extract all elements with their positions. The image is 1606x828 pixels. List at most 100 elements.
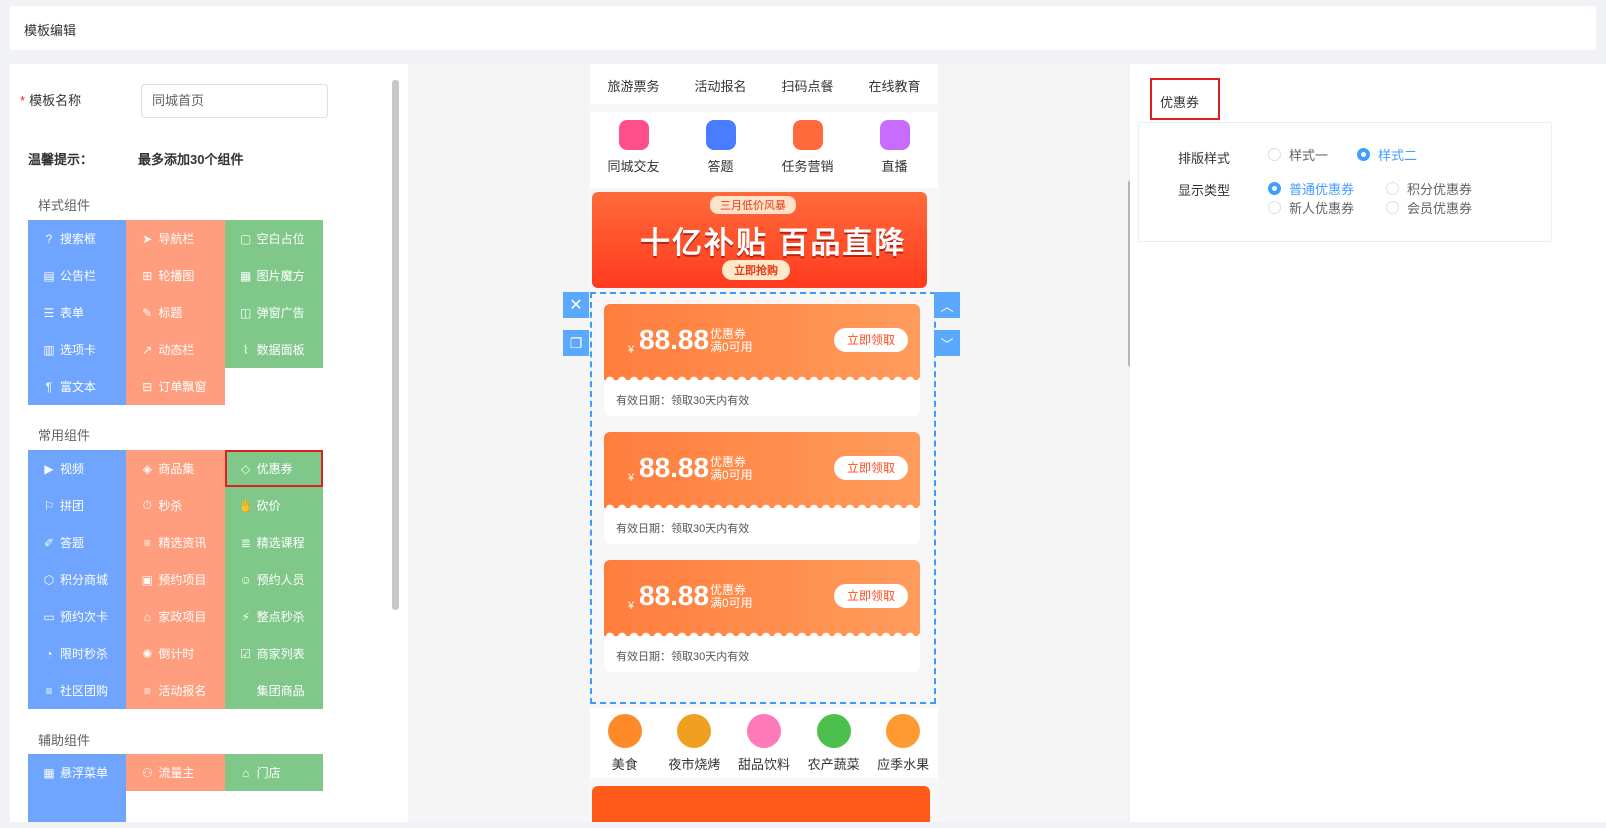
search-icon: ? [45,231,53,246]
nav-item[interactable]: 直播 [851,120,938,188]
nav-item-label: 在线教育 [868,79,921,94]
component-traffic[interactable]: ⚇ 流量主 [126,754,225,791]
component-booking-card[interactable]: ▭ 预约次卡 [28,598,127,635]
component-rich-text[interactable]: ¶ 富文本 [28,368,127,405]
normal-coupon-radio[interactable]: 普通优惠券 [1268,179,1354,198]
component-group-buy[interactable]: ⚐ 拼团 [28,487,127,524]
nav-item[interactable]: 在线教育 [851,64,938,104]
newcomer-coupon-radio[interactable]: 新人优惠券 [1268,198,1354,217]
component-label: 轮播图 [158,269,195,283]
component-goods[interactable]: ◈ 商品集 [126,450,225,487]
nav-item[interactable]: 任务营销 [764,120,851,188]
promo-banner[interactable]: 三月低价风暴 十亿补贴 百品直降 立即抢购 [592,192,927,288]
component-dynamic[interactable]: ↗ 动态栏 [126,331,225,368]
coupon-card[interactable]: ¥88.88 优惠券 满0可用 立即领取有效日期：领取30天内有效 [604,432,920,544]
component-housekeeping[interactable]: ⌂ 家政项目 [126,598,225,635]
layout-style-2-radio[interactable]: 样式二 [1357,145,1417,164]
left-scrollbar[interactable] [392,80,399,610]
component-group-goods[interactable]: 集团商品 [224,672,323,709]
component-store[interactable]: ⌂ 门店 [224,754,323,791]
page-title: 模板编辑 [24,23,77,38]
claim-button[interactable]: 立即领取 [834,328,908,352]
section-title-aux: 辅助组件 [38,733,91,748]
component-event-signup[interactable]: ≡ 活动报名 [126,672,225,709]
component-video[interactable]: ▶ 视频 [28,450,127,487]
move-down-icon[interactable]: ﹀ [934,330,960,356]
nav-row-1: 旅游票务 活动报名 扫码点餐 在线教育 [590,64,938,104]
claim-button[interactable]: 立即领取 [834,456,908,480]
component-news[interactable]: ≡ 精选资讯 [126,524,225,561]
nav-item[interactable]: 答题 [677,120,764,188]
component-booking-staff[interactable]: ☺ 预约人员 [224,561,323,598]
member-coupon-radio[interactable]: 会员优惠券 [1386,198,1472,217]
component-title[interactable]: ✎ 标题 [126,294,225,331]
template-name-input[interactable]: 同城首页 [141,84,328,118]
component-navigation[interactable]: ➤ 导航栏 [126,220,225,257]
claim-button[interactable]: 立即领取 [834,584,908,608]
component-points-mall[interactable]: ⬡ 积分商城 [28,561,127,598]
nav-item[interactable]: 活动报名 [677,64,764,104]
layout-style-1-radio[interactable]: 样式一 [1268,145,1328,164]
component-notice[interactable]: ▤ 公告栏 [28,257,127,294]
component-timed-sale[interactable]: ◔ 限时秒杀 [28,635,127,672]
news-icon: ≡ [143,535,151,550]
popup-ad-icon: ◫ [239,305,252,320]
traffic-icon: ⚇ [141,765,153,780]
component-quiz[interactable]: ✐ 答题 [28,524,127,561]
component-label: 视频 [60,462,85,476]
nav-item[interactable]: 扫码点餐 [764,64,851,104]
component-course[interactable]: ≣ 精选课程 [224,524,323,561]
component-image-cube[interactable]: ▦ 图片魔方 [224,257,323,294]
component-flash-sale[interactable]: ⏱ 秒杀 [126,487,225,524]
copy-icon[interactable]: ❐ [563,330,589,356]
banner-button[interactable]: 立即抢购 [722,260,790,280]
category-item[interactable]: 应季水果 [868,708,938,778]
component-order-float[interactable]: ⊟ 订单飘窗 [126,368,225,405]
component-blank[interactable]: ▢ 空白占位 [224,220,323,257]
component-tab[interactable]: ▥ 选项卡 [28,331,127,368]
component-label: 动态栏 [158,343,195,357]
component-hourly-sale[interactable]: ⚡ 整点秒杀 [224,598,323,635]
component-community-buy[interactable]: ≡ 社区团购 [28,672,127,709]
component-countdown[interactable]: ✺ 倒计时 [126,635,225,672]
component-label: 悬浮菜单 [60,766,109,780]
coupon-card[interactable]: ¥88.88 优惠券 满0可用 立即领取 有效日期：领取30天内有效 [604,560,920,672]
component-bargain[interactable]: ✋ 砍价 [224,487,323,524]
move-up-icon[interactable]: ︿ [934,292,960,318]
component-label: 流量主 [158,766,195,780]
component-search[interactable]: ? 搜索框 [28,220,127,257]
component-label: 精选资讯 [158,536,207,550]
component-float-menu[interactable]: ▦ 悬浮菜单 [28,754,127,791]
component-data-panel[interactable]: ⌇ 数据面板 [224,331,323,368]
component-label: 富文本 [60,380,97,394]
component-popup-ad[interactable]: ◫ 弹窗广告 [224,294,323,331]
category-item[interactable]: 美食 [590,708,660,778]
coupon-header: ¥88.88 优惠券 满0可用 立即领取 [604,432,920,509]
component-label: 空白占位 [256,232,305,246]
nav-item[interactable]: 旅游票务 [590,64,677,104]
category-item[interactable]: 农产蔬菜 [799,708,869,778]
delete-icon[interactable]: ✕ [563,292,589,318]
component-booking-project[interactable]: ▣ 预约项目 [126,561,225,598]
coupon-card[interactable]: ¥88.88 优惠券 满0可用 立即领取 有效日期：领取30天内有效 [604,304,920,416]
bottom-nav: 美食 夜市烧烤 甜品饮料 农产蔬菜 应季水果 [590,708,938,778]
category-label: 夜市烧烤 [668,757,721,772]
component-label: 导航栏 [158,232,195,246]
component-form[interactable]: ☰ 表单 [28,294,127,331]
component-label: 预约项目 [158,573,207,587]
component-coupon[interactable]: ◇ 优惠券 [224,450,323,487]
component-carousel[interactable]: ⊞ 轮播图 [126,257,225,294]
points-coupon-radio[interactable]: 积分优惠券 [1386,179,1472,198]
coupon-condition: 满0可用 [710,340,753,354]
gift-icon [792,120,823,150]
nav-item-label: 直播 [881,159,908,174]
component-label: 答题 [60,536,85,550]
store-icon: ⌂ [242,765,250,780]
booking-card-icon: ▭ [43,609,55,624]
category-item[interactable]: 夜市烧烤 [660,708,730,778]
video-icon: ▶ [44,461,54,476]
component-merchant-list[interactable]: ☑ 商家列表 [224,635,323,672]
coupon-validity: 有效日期：领取30天内有效 [616,523,750,535]
category-item[interactable]: 甜品饮料 [729,708,799,778]
nav-item[interactable]: 同城交友 [590,120,677,188]
